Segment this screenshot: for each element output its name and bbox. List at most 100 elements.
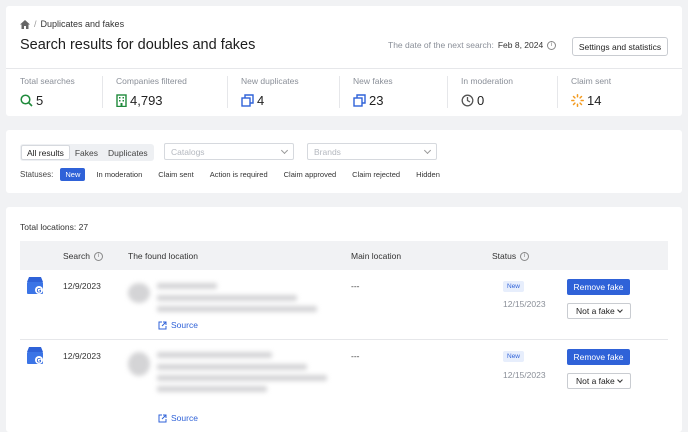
not-a-fake-label: Not a fake — [576, 306, 615, 316]
breadcrumb: / Duplicates and fakes — [20, 19, 124, 29]
remove-fake-button[interactable]: Remove fake — [567, 349, 630, 365]
column-label: Status — [492, 251, 517, 261]
stat-total-searches: Total searches 5 — [20, 76, 75, 108]
filters-card: All results Fakes Duplicates Catalogs Br… — [6, 130, 682, 193]
stat-value: 23 — [369, 93, 384, 108]
stat-value: 4 — [257, 93, 265, 108]
tab-duplicates[interactable]: Duplicates — [103, 145, 153, 160]
column-label: Search — [63, 251, 90, 261]
tab-all-results[interactable]: All results — [21, 145, 70, 160]
spinner-icon — [571, 94, 584, 107]
chevron-down-icon — [617, 307, 623, 313]
stat-companies-filtered: Companies filtered 4,793 — [116, 76, 187, 108]
status-chip-in-moderation[interactable]: In moderation — [91, 168, 147, 181]
divider — [227, 76, 228, 108]
building-icon — [116, 94, 127, 107]
column-search: Search i — [63, 251, 103, 261]
next-search-label: The date of the next search: — [388, 40, 494, 50]
info-icon[interactable]: i — [520, 251, 530, 261]
google-business-icon: G — [27, 347, 43, 365]
status-badge: New — [503, 281, 525, 292]
svg-text:G: G — [37, 359, 42, 365]
column-label: Main location — [351, 251, 402, 261]
settings-statistics-button[interactable]: Settings and statistics — [572, 37, 668, 56]
divider — [339, 76, 340, 108]
svg-text:G: G — [37, 289, 42, 295]
divider — [447, 76, 448, 108]
next-search-date: The date of the next search: Feb 8, 2024… — [388, 40, 557, 50]
table-row: G 12/9/2023 Source --- New 12/15/2023 Re… — [20, 270, 668, 339]
location-avatar-blurred — [128, 352, 150, 376]
status-date: 12/15/2023 — [503, 299, 546, 309]
location-avatar-blurred — [128, 283, 150, 303]
total-value: 27 — [78, 222, 89, 232]
status-chip-new[interactable]: New — [60, 168, 86, 181]
column-main-location: Main location — [351, 251, 401, 261]
clock-icon — [461, 94, 474, 107]
statuses-label: Statuses: — [20, 170, 54, 179]
status-chip-action-required[interactable]: Action is required — [205, 168, 273, 181]
location-details-blurred — [157, 375, 327, 381]
tab-fakes[interactable]: Fakes — [70, 145, 103, 160]
brands-select[interactable]: Brands — [307, 143, 437, 160]
status-chip-claim-rejected[interactable]: Claim rejected — [347, 168, 405, 181]
divider — [102, 76, 103, 108]
header-card: / Duplicates and fakes Search results fo… — [6, 6, 682, 116]
total-label: Total locations: — [20, 222, 77, 232]
stat-label: In moderation — [461, 76, 513, 86]
column-status: Status i — [492, 251, 530, 261]
chevron-down-icon — [280, 146, 289, 155]
status-chip-claim-sent[interactable]: Claim sent — [153, 168, 198, 181]
location-address-blurred — [157, 364, 307, 370]
next-search-value: Feb 8, 2024 — [497, 40, 544, 50]
stat-label: Total searches — [20, 76, 75, 86]
source-link[interactable]: Source — [158, 413, 198, 423]
divider — [6, 68, 682, 69]
not-a-fake-dropdown[interactable]: Not a fake — [567, 303, 631, 319]
not-a-fake-dropdown[interactable]: Not a fake — [567, 373, 631, 389]
result-tabs: All results Fakes Duplicates — [20, 144, 154, 161]
stat-label: Companies filtered — [116, 76, 187, 86]
catalogs-placeholder: Catalogs — [171, 146, 205, 157]
copy-icon — [353, 94, 366, 107]
breadcrumb-current: Duplicates and fakes — [40, 19, 125, 29]
source-label: Source — [171, 320, 198, 330]
status-badge: New — [503, 351, 525, 362]
stat-value: 5 — [36, 93, 44, 108]
stat-label: New fakes — [353, 76, 393, 86]
home-icon[interactable] — [20, 19, 30, 29]
location-name-blurred — [157, 283, 217, 289]
remove-fake-button[interactable]: Remove fake — [567, 279, 630, 295]
search-date: 12/9/2023 — [63, 281, 101, 291]
location-address-blurred — [157, 295, 297, 301]
stat-label: New duplicates — [241, 76, 299, 86]
table-header: Search i The found location Main location… — [20, 241, 668, 270]
breadcrumb-separator: / — [34, 19, 37, 29]
stat-claim-sent: Claim sent 14 — [571, 76, 611, 108]
status-chip-claim-approved[interactable]: Claim approved — [279, 168, 342, 181]
page-title: Search results for doubles and fakes — [20, 37, 256, 53]
not-a-fake-label: Not a fake — [576, 376, 615, 386]
chevron-down-icon — [617, 377, 623, 383]
info-icon[interactable]: i — [93, 251, 103, 261]
column-found-location: The found location — [128, 251, 198, 261]
total-locations: Total locations: 27 — [20, 222, 88, 232]
location-details-blurred — [157, 306, 317, 312]
main-location: --- — [351, 351, 360, 361]
stat-label: Claim sent — [571, 76, 612, 86]
status-chip-hidden[interactable]: Hidden — [411, 168, 445, 181]
chevron-down-icon — [423, 146, 432, 155]
external-link-icon — [158, 414, 167, 422]
location-name-blurred — [157, 352, 272, 358]
google-business-icon: G — [27, 277, 43, 295]
catalogs-select[interactable]: Catalogs — [164, 143, 294, 160]
location-extra-blurred — [157, 386, 267, 392]
source-link[interactable]: Source — [158, 320, 198, 330]
copy-icon — [241, 94, 254, 107]
divider — [557, 76, 558, 108]
brands-placeholder: Brands — [314, 146, 341, 157]
info-icon[interactable]: i — [547, 40, 557, 50]
search-date: 12/9/2023 — [63, 351, 101, 361]
main-location: --- — [351, 281, 360, 291]
stat-new-fakes: New fakes 23 — [353, 76, 393, 108]
